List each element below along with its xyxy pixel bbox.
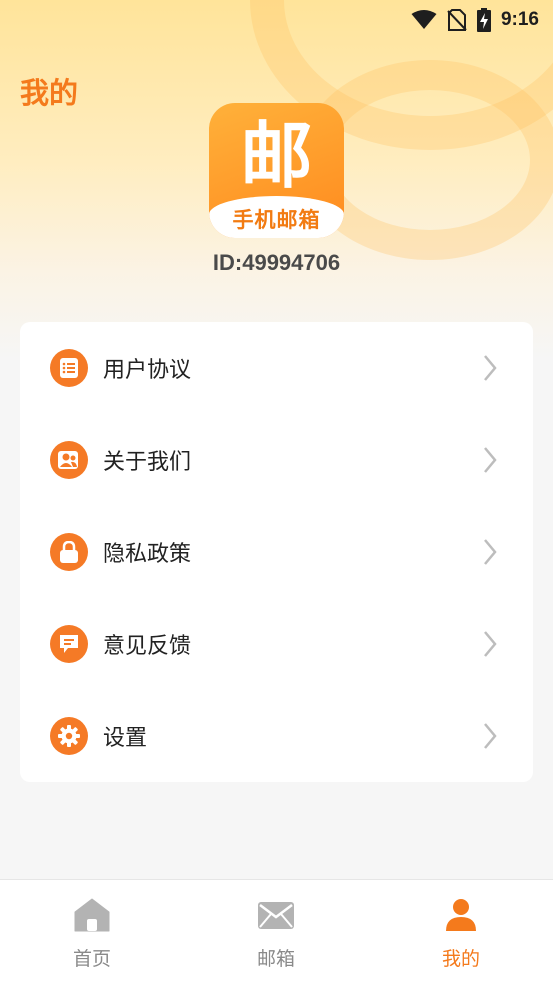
chat-bubble-icon: [50, 625, 88, 663]
wifi-icon: [411, 10, 437, 29]
page-title: 我的: [20, 76, 79, 110]
menu-card: 用户协议 关于我们 隐私政策 意见反馈 设置: [20, 322, 533, 782]
battery-charging-icon: [476, 8, 491, 32]
menu-item-about-us[interactable]: 关于我们: [20, 414, 533, 506]
lock-icon: [50, 533, 88, 571]
chevron-right-icon: [484, 631, 497, 657]
person-icon: [446, 899, 476, 931]
home-icon: [74, 898, 110, 932]
menu-item-settings[interactable]: 设置: [20, 690, 533, 782]
gear-icon: [50, 717, 88, 755]
envelope-icon: [258, 902, 294, 929]
chevron-right-icon: [484, 723, 497, 749]
tab-label: 我的: [441, 948, 480, 970]
menu-item-label: 设置: [103, 726, 148, 751]
tab-mine[interactable]: 我的: [369, 880, 553, 983]
logo-character: 邮: [240, 114, 313, 198]
status-bar: 9:16: [0, 0, 553, 40]
tab-label: 邮箱: [256, 948, 295, 970]
menu-item-feedback[interactable]: 意见反馈: [20, 598, 533, 690]
menu-item-label: 意见反馈: [103, 634, 192, 659]
menu-item-label: 用户协议: [103, 358, 192, 383]
chevron-right-icon: [484, 539, 497, 565]
user-id: ID:49994706: [212, 250, 341, 275]
menu-item-user-agreement[interactable]: 用户协议: [20, 322, 533, 414]
tab-home[interactable]: 首页: [0, 880, 184, 983]
logo-text: 手机邮箱: [232, 208, 321, 232]
document-list-icon: [50, 349, 88, 387]
tab-mailbox[interactable]: 邮箱: [184, 880, 368, 983]
bottom-tab-bar: 首页 邮箱 我的: [0, 879, 553, 983]
users-icon: [50, 441, 88, 479]
app-logo: 邮 手机邮箱: [209, 103, 344, 238]
menu-item-label: 隐私政策: [103, 542, 192, 567]
tab-label: 首页: [72, 948, 111, 970]
menu-item-label: 关于我们: [103, 450, 192, 475]
menu-item-privacy-policy[interactable]: 隐私政策: [20, 506, 533, 598]
no-sim-icon: [447, 9, 467, 31]
chevron-right-icon: [484, 355, 497, 381]
chevron-right-icon: [484, 447, 497, 473]
status-time: 9:16: [500, 9, 539, 30]
